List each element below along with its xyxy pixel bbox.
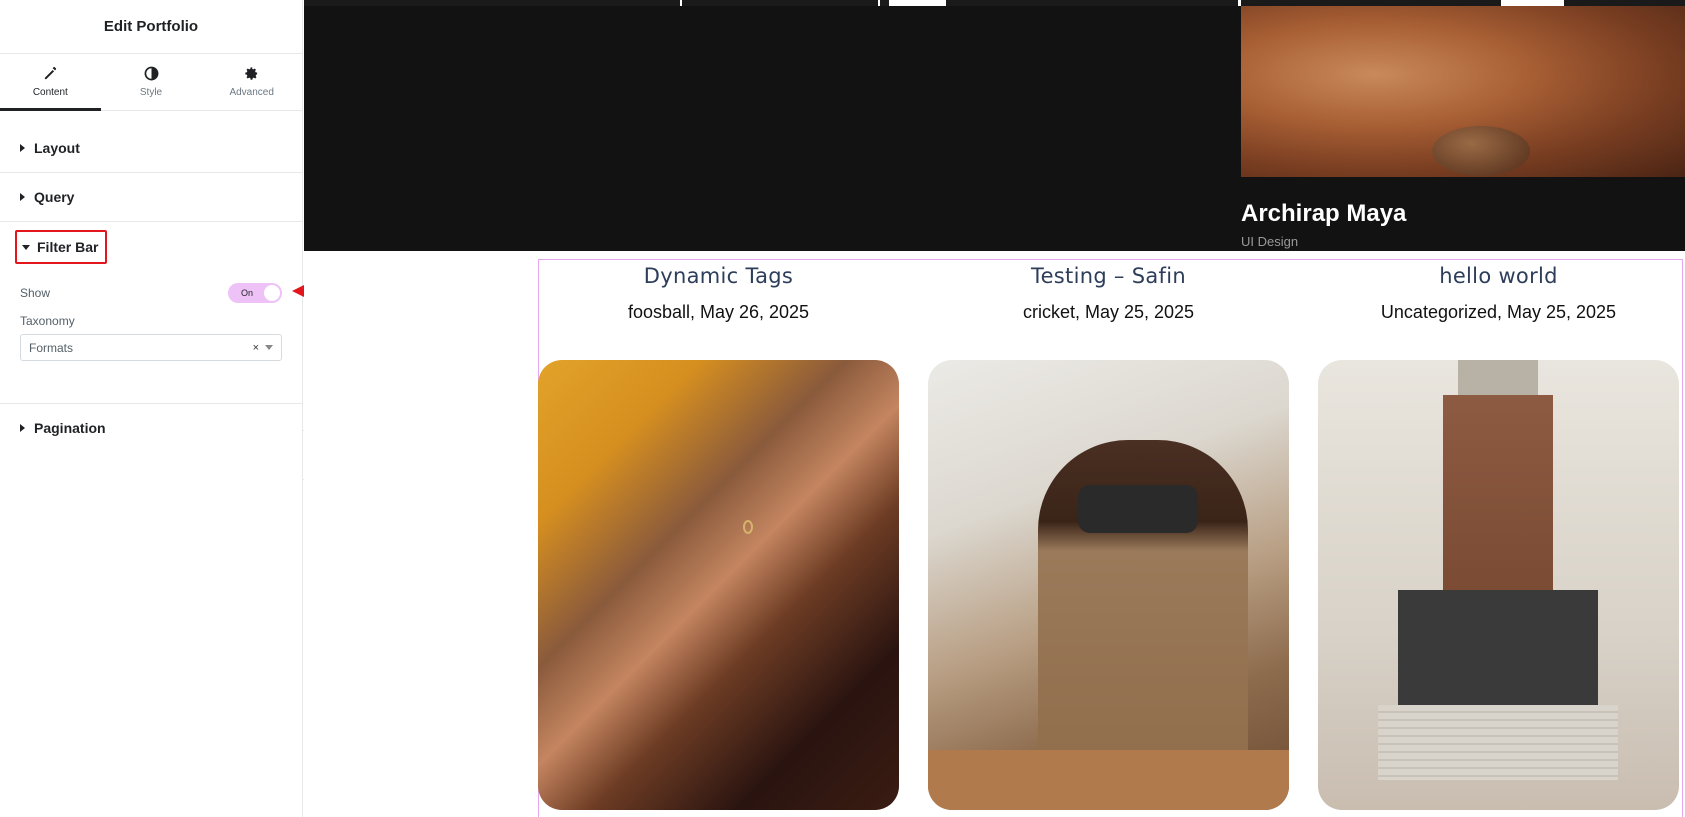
section-layout[interactable]: Layout <box>0 124 302 173</box>
section-pagination-label: Pagination <box>34 420 106 436</box>
card-title[interactable]: Dynamic Tags <box>538 259 899 288</box>
card-meta: foosball, May 26, 2025 <box>627 302 810 322</box>
panel-title: Edit Portfolio <box>0 0 302 54</box>
caret-right-icon <box>20 424 25 432</box>
caret-right-icon <box>20 144 25 152</box>
show-label: Show <box>20 286 51 300</box>
dropdown-arrow-icon[interactable] <box>265 345 273 350</box>
tab-content-label: Content <box>32 87 68 98</box>
tower-detail <box>1443 395 1553 600</box>
caret-right-icon <box>20 193 25 201</box>
entrance-detail <box>1398 590 1598 710</box>
strip-active-indicator <box>889 0 946 6</box>
stairs-detail <box>1378 705 1618 780</box>
strip-segment <box>304 0 680 6</box>
tab-advanced-label: Advanced <box>229 87 274 98</box>
section-filter-bar: Filter Bar Show On Taxonomy Formats × <box>0 222 302 404</box>
taxonomy-value: Formats <box>29 340 74 355</box>
tab-style[interactable]: Style <box>101 54 202 110</box>
gear-icon <box>245 67 258 80</box>
panel-tabs: Content Style Advanced <box>0 54 302 111</box>
filter-bar-highlight: Filter Bar <box>15 230 107 264</box>
taxonomy-select[interactable]: Formats × <box>20 334 282 361</box>
strip-segment <box>682 0 878 6</box>
toggle-knob <box>264 285 280 301</box>
section-layout-label: Layout <box>34 140 80 156</box>
half-circle-icon <box>144 66 158 81</box>
show-toggle-label: On <box>241 288 254 298</box>
table-detail <box>928 750 1289 810</box>
filter-bar-header[interactable]: Filter Bar <box>0 222 302 270</box>
caret-down-icon <box>22 244 30 250</box>
card-meta: Uncategorized, May 25, 2025 <box>1380 302 1617 322</box>
section-query-label: Query <box>34 189 75 205</box>
tab-advanced[interactable]: Advanced <box>201 54 302 110</box>
clear-icon[interactable]: × <box>253 342 259 354</box>
team-hands-image[interactable] <box>538 360 899 810</box>
tab-style-label: Style <box>139 87 163 98</box>
building-image[interactable] <box>1318 360 1679 810</box>
card-meta: cricket, May 25, 2025 <box>1022 302 1195 322</box>
preview-canvas: Archirap Maya UI Design Dynamic Tags foo… <box>304 0 1685 817</box>
hero-title[interactable]: Archirap Maya <box>1241 200 1406 228</box>
show-toggle[interactable]: On <box>228 283 282 303</box>
card-title[interactable]: hello world <box>1318 259 1679 288</box>
section-pagination[interactable]: Pagination <box>0 404 302 452</box>
card-title[interactable]: Testing – Safin <box>928 259 1289 288</box>
section-filter-bar-label: Filter Bar <box>37 239 99 255</box>
headset-detail <box>1078 485 1198 533</box>
ring-detail <box>743 520 753 534</box>
show-control: Show On <box>0 278 302 308</box>
vr-headset-image[interactable] <box>928 360 1289 810</box>
taxonomy-label: Taxonomy <box>20 314 75 328</box>
tab-content[interactable]: Content <box>0 54 101 111</box>
pencil-icon <box>44 66 56 80</box>
section-query[interactable]: Query <box>0 173 302 222</box>
editor-panel: Edit Portfolio Content Style Advanced La… <box>0 0 303 817</box>
hero-rock-detail <box>1432 126 1530 176</box>
hero-subtitle: UI Design <box>1241 234 1299 249</box>
